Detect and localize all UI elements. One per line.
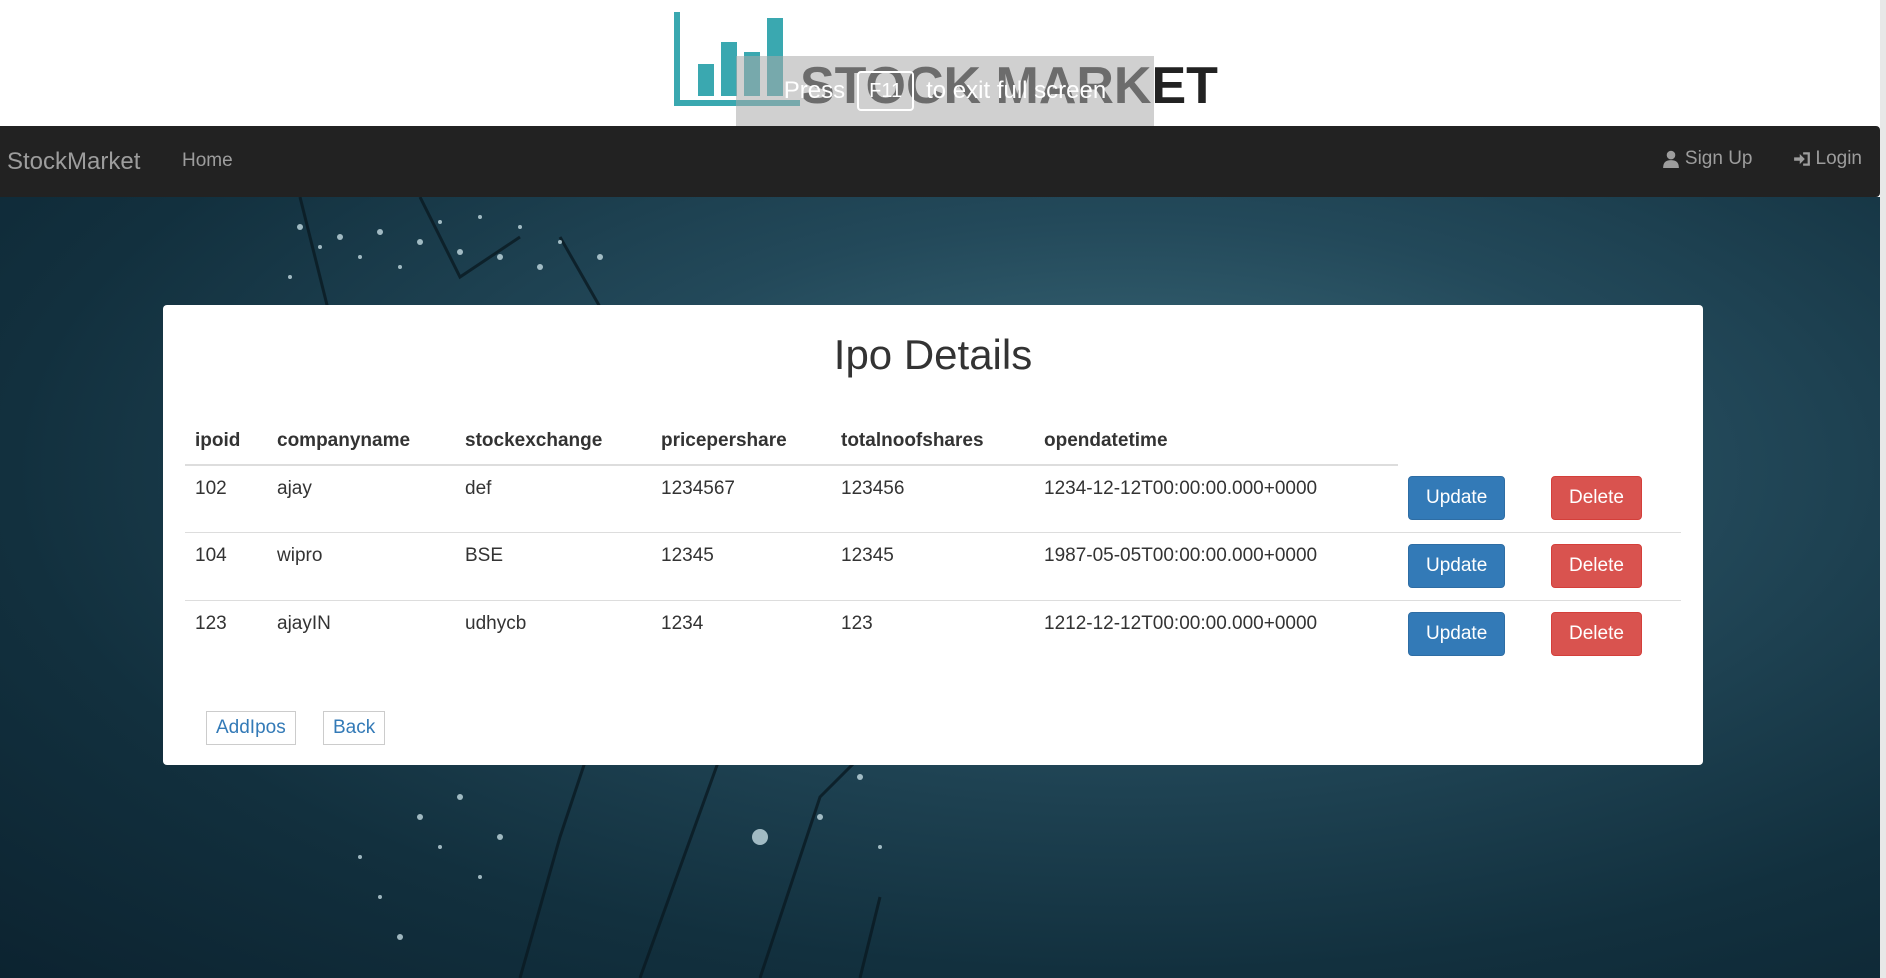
delete-button[interactable]: Delete [1551,544,1642,588]
nav-signup-link[interactable]: Sign Up [1662,148,1753,170]
cell-pricepershare: 1234567 [661,478,735,499]
update-button[interactable]: Update [1408,476,1506,520]
cell-ipoid: 104 [185,532,267,601]
cell-opendatetime: 1234-12-12T00:00:00.000+0000 [1044,478,1318,499]
cell-ipoid: 123 [185,600,267,668]
column-header: stockexchange [455,417,651,466]
cell-totalnoofshares: 123456 [841,478,905,499]
table-row: 104 wipro BSE 12345 12345 1987-05-05T00:… [185,532,1681,601]
ipo-table: ipoid companyname stockexchange priceper… [185,417,1681,668]
cell-companyname: ajay [277,478,312,499]
column-header: opendatetime [1034,417,1398,466]
update-button[interactable]: Update [1408,612,1506,656]
fullscreen-key: F11 [857,71,915,111]
nav-home-link[interactable]: Home [182,150,233,172]
column-header: companyname [267,417,455,466]
column-header-delete [1541,417,1681,465]
column-header: ipoid [185,417,267,466]
cell-update: Update [1398,465,1541,533]
delete-button[interactable]: Delete [1551,612,1642,656]
cell-opendatetime: 1212-12-12T00:00:00.000+0000 [1034,600,1398,668]
cell-stockexchange: def [465,478,492,499]
cell-totalnoofshares: 12345 [831,532,1034,601]
fullscreen-hint-prefix: Press [783,77,846,104]
add-ipos-button[interactable]: AddIpos [206,711,296,745]
login-label: Login [1815,148,1863,169]
cell-stockexchange: BSE [455,532,651,601]
navbar-brand[interactable]: StockMarket [7,148,140,176]
table-row: 123 ajayIN udhycb 1234 123 1212-12-12T00… [185,600,1681,668]
cell-delete: Delete [1541,600,1681,668]
fullscreen-hint: Press F11 to exit full screen [736,56,1154,126]
cell-totalnoofshares: 123 [831,600,1034,668]
cell-ipoid: 102 [195,478,227,499]
table-row: 102 ajay def 1234567 123456 1234-12-12T0… [185,465,1681,533]
column-header-update [1398,417,1541,465]
cell-update: Update [1398,532,1541,601]
back-button[interactable]: Back [323,711,386,745]
nav-right: Sign Up Login [1662,148,1862,170]
page-title: Ipo Details [833,331,1033,378]
logo-bar: STOCK MARKET Press F11 to exit full scre… [0,0,1886,126]
table-header-row: ipoid companyname stockexchange priceper… [185,417,1681,466]
navbar: StockMarket Home Sign Up Login [0,126,1880,197]
cell-pricepershare: 1234 [651,600,831,668]
cell-opendatetime: 1987-05-05T00:00:00.000+0000 [1034,532,1398,601]
cell-pricepershare: 12345 [651,532,831,601]
delete-button[interactable]: Delete [1551,476,1642,520]
column-header: pricepershare [651,417,831,466]
scrollbar[interactable] [1880,0,1886,978]
ipo-details-card: Ipo Details ipoid companyname stockexcha… [163,305,1703,765]
cell-delete: Delete [1541,465,1681,533]
login-icon [1793,152,1810,166]
update-button[interactable]: Update [1408,544,1506,588]
cell-companyname: ajayIN [267,600,455,668]
fullscreen-hint-suffix: to exit full screen [926,77,1107,104]
column-header: totalnoofshares [831,417,1034,466]
cell-delete: Delete [1541,532,1681,601]
cell-update: Update [1398,600,1541,668]
cell-stockexchange: udhycb [455,600,651,668]
user-icon [1663,150,1679,168]
signup-label: Sign Up [1684,148,1753,169]
cell-companyname: wipro [267,532,455,601]
nav-login-link[interactable]: Login [1793,148,1863,170]
